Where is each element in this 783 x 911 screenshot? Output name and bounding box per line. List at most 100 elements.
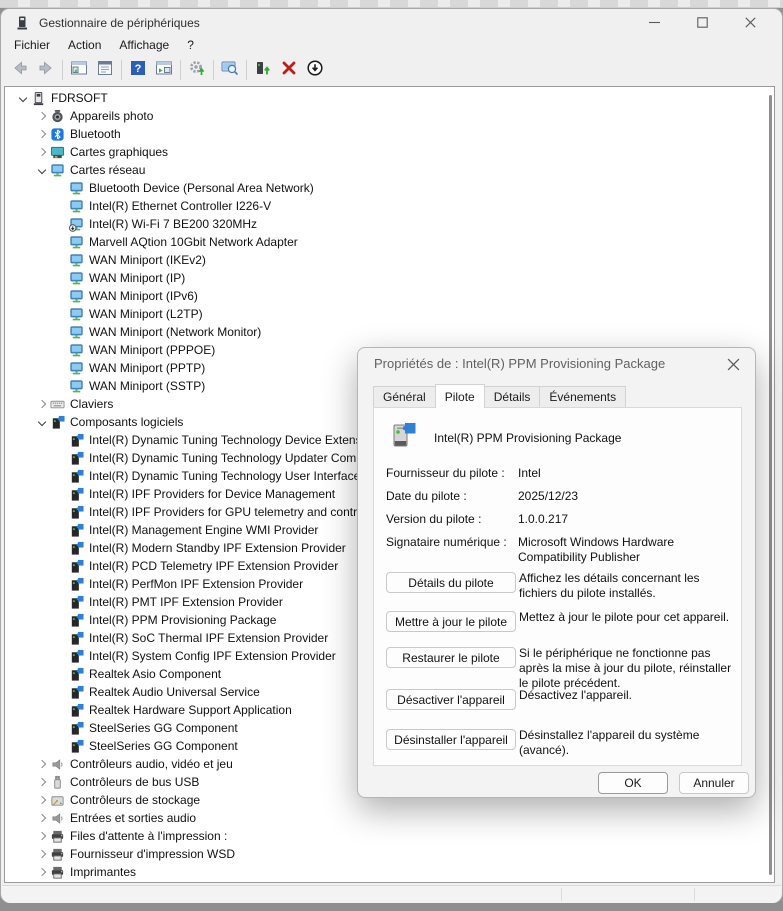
chevron-down-icon[interactable] [38,418,46,426]
update-gear-icon [188,59,206,80]
tree-scrollbar[interactable] [769,95,772,875]
chevron-right-icon[interactable] [38,832,46,840]
tree-item[interactable]: WAN Miniport (IP) [5,269,774,287]
chevron-right-icon[interactable] [38,814,46,822]
tree-item[interactable]: Files d'attente à l'impression : [5,827,774,845]
chevron-down-icon[interactable] [38,166,46,174]
chevron-right-icon[interactable] [38,760,46,768]
ok-button[interactable]: OK [598,772,668,794]
tree-item-label: Intel(R) IPF Providers for GPU telemetry… [89,505,366,519]
toolbar-console-tree-button[interactable] [66,58,92,82]
tree-item-label: Intel(R) PCD Telemetry IPF Extension Pro… [89,559,338,573]
update-driver-button[interactable]: Mettre à jour le pilote [386,611,516,632]
chevron-right-icon[interactable] [38,112,46,120]
usb-icon [50,775,65,790]
storage-icon [50,793,65,808]
tab-general[interactable]: Général [373,386,436,408]
action-pane-icon [155,59,173,80]
dialog-close-button[interactable] [721,353,745,375]
toolbar-help-button[interactable]: ? [125,58,151,82]
software-icon [69,469,84,484]
tab-events[interactable]: Événements [539,386,626,408]
menu-item-?[interactable]: ? [178,37,203,53]
tree-item[interactable]: WAN Miniport (L2TP) [5,305,774,323]
tree-item-label: WAN Miniport (IPv6) [89,289,198,303]
tree-item[interactable]: Bluetooth Device (Personal Area Network) [5,179,774,197]
toolbar-properties-button[interactable] [92,58,118,82]
disable-device-description: Désactivez l'appareil. [519,688,733,703]
toolbar-forward-button[interactable] [33,58,59,82]
field-value: Intel [518,466,733,481]
toolbar-update-gear-button[interactable] [184,58,210,82]
chevron-right-icon[interactable] [38,796,46,804]
menu-item-action[interactable]: Action [59,37,110,53]
disable-device-button[interactable]: Désactiver l'appareil [386,689,516,710]
close-button[interactable] [726,9,774,36]
tree-item-label: Intel(R) Modern Standby IPF Extension Pr… [89,541,346,555]
tree-item[interactable]: Cartes réseau [5,161,774,179]
chevron-slot [34,149,50,155]
chevron-right-icon[interactable] [38,400,46,408]
dialog-title: Propriétés de : Intel(R) PPM Provisionin… [374,356,665,371]
roll-back-driver-button[interactable]: Restaurer le pilote [386,647,516,668]
uninstall-device-button[interactable]: Désinstaller l'appareil [386,729,516,750]
gpu-icon [50,145,65,160]
network-icon [69,379,84,394]
tree-item[interactable]: Cartes graphiques [5,143,774,161]
toolbar-scan-button[interactable] [217,58,243,82]
tab-details[interactable]: Détails [484,386,541,408]
menu-item-fichier[interactable]: Fichier [5,37,59,53]
cancel-button[interactable]: Annuler [679,772,749,794]
chevron-slot [34,779,50,785]
tree-item[interactable]: WAN Miniport (IKEv2) [5,251,774,269]
field-label: Version du pilote : [386,512,518,527]
toolbar-action-pane-button[interactable] [151,58,177,82]
software-component-icon [386,420,418,455]
network-icon [50,163,65,178]
chevron-right-icon[interactable] [38,130,46,138]
status-bar-separator [561,888,562,901]
menu-item-affichage[interactable]: Affichage [110,37,178,53]
tree-item-label: WAN Miniport (IP) [89,271,185,285]
chevron-right-icon[interactable] [38,778,46,786]
tree-item[interactable]: Intel(R) Wi-Fi 7 BE200 320MHz [5,215,774,233]
software-icon [69,523,84,538]
minimize-button[interactable] [630,9,678,36]
tree-item[interactable]: Intel(R) Ethernet Controller I226-V [5,197,774,215]
toolbar-driver-update-button[interactable] [250,58,276,82]
software-icon [69,487,84,502]
chevron-right-icon[interactable] [38,868,46,876]
tree-item[interactable]: WAN Miniport (IPv6) [5,287,774,305]
driver-details-button[interactable]: Détails du pilote [386,572,516,593]
properties-icon [96,59,114,80]
tree-item-label: Intel(R) PerfMon IPF Extension Provider [89,577,303,591]
tree-item-label: Composants logiciels [70,415,183,429]
tree-item[interactable]: Fournisseur d'impression WSD [5,845,774,863]
tree-item[interactable]: Imprimantes [5,863,774,881]
audio-icon [50,811,65,826]
uninstall-icon [280,59,298,80]
tab-driver[interactable]: Pilote [435,384,485,408]
tree-item[interactable]: WAN Miniport (Network Monitor) [5,323,774,341]
tree-item[interactable]: Bluetooth [5,125,774,143]
chevron-slot [34,815,50,821]
tree-item-label: Contrôleurs audio, vidéo et jeu [70,757,233,771]
software-icon [69,703,84,718]
roll-back-driver-description: Si le périphérique ne fonctionne pas apr… [519,646,733,691]
chevron-right-icon[interactable] [38,850,46,858]
chevron-right-icon[interactable] [38,148,46,156]
status-bar-separator [694,888,695,901]
toolbar-back-button[interactable] [7,58,33,82]
toolbar-uninstall-button[interactable] [276,58,302,82]
tree-item[interactable] [5,881,774,883]
chevron-down-icon[interactable] [19,94,27,102]
tree-item[interactable]: Entrées et sorties audio [5,809,774,827]
tree-item-label: Bluetooth Device (Personal Area Network) [89,181,314,195]
toolbar-disable-button[interactable] [302,58,328,82]
tree-item[interactable]: FDRSOFT [5,89,774,107]
tree-item[interactable]: Marvell AQtion 10Gbit Network Adapter [5,233,774,251]
chevron-slot [34,131,50,137]
tree-item[interactable]: Appareils photo [5,107,774,125]
field-value: 1.0.0.217 [518,512,733,527]
maximize-button[interactable] [678,9,726,36]
